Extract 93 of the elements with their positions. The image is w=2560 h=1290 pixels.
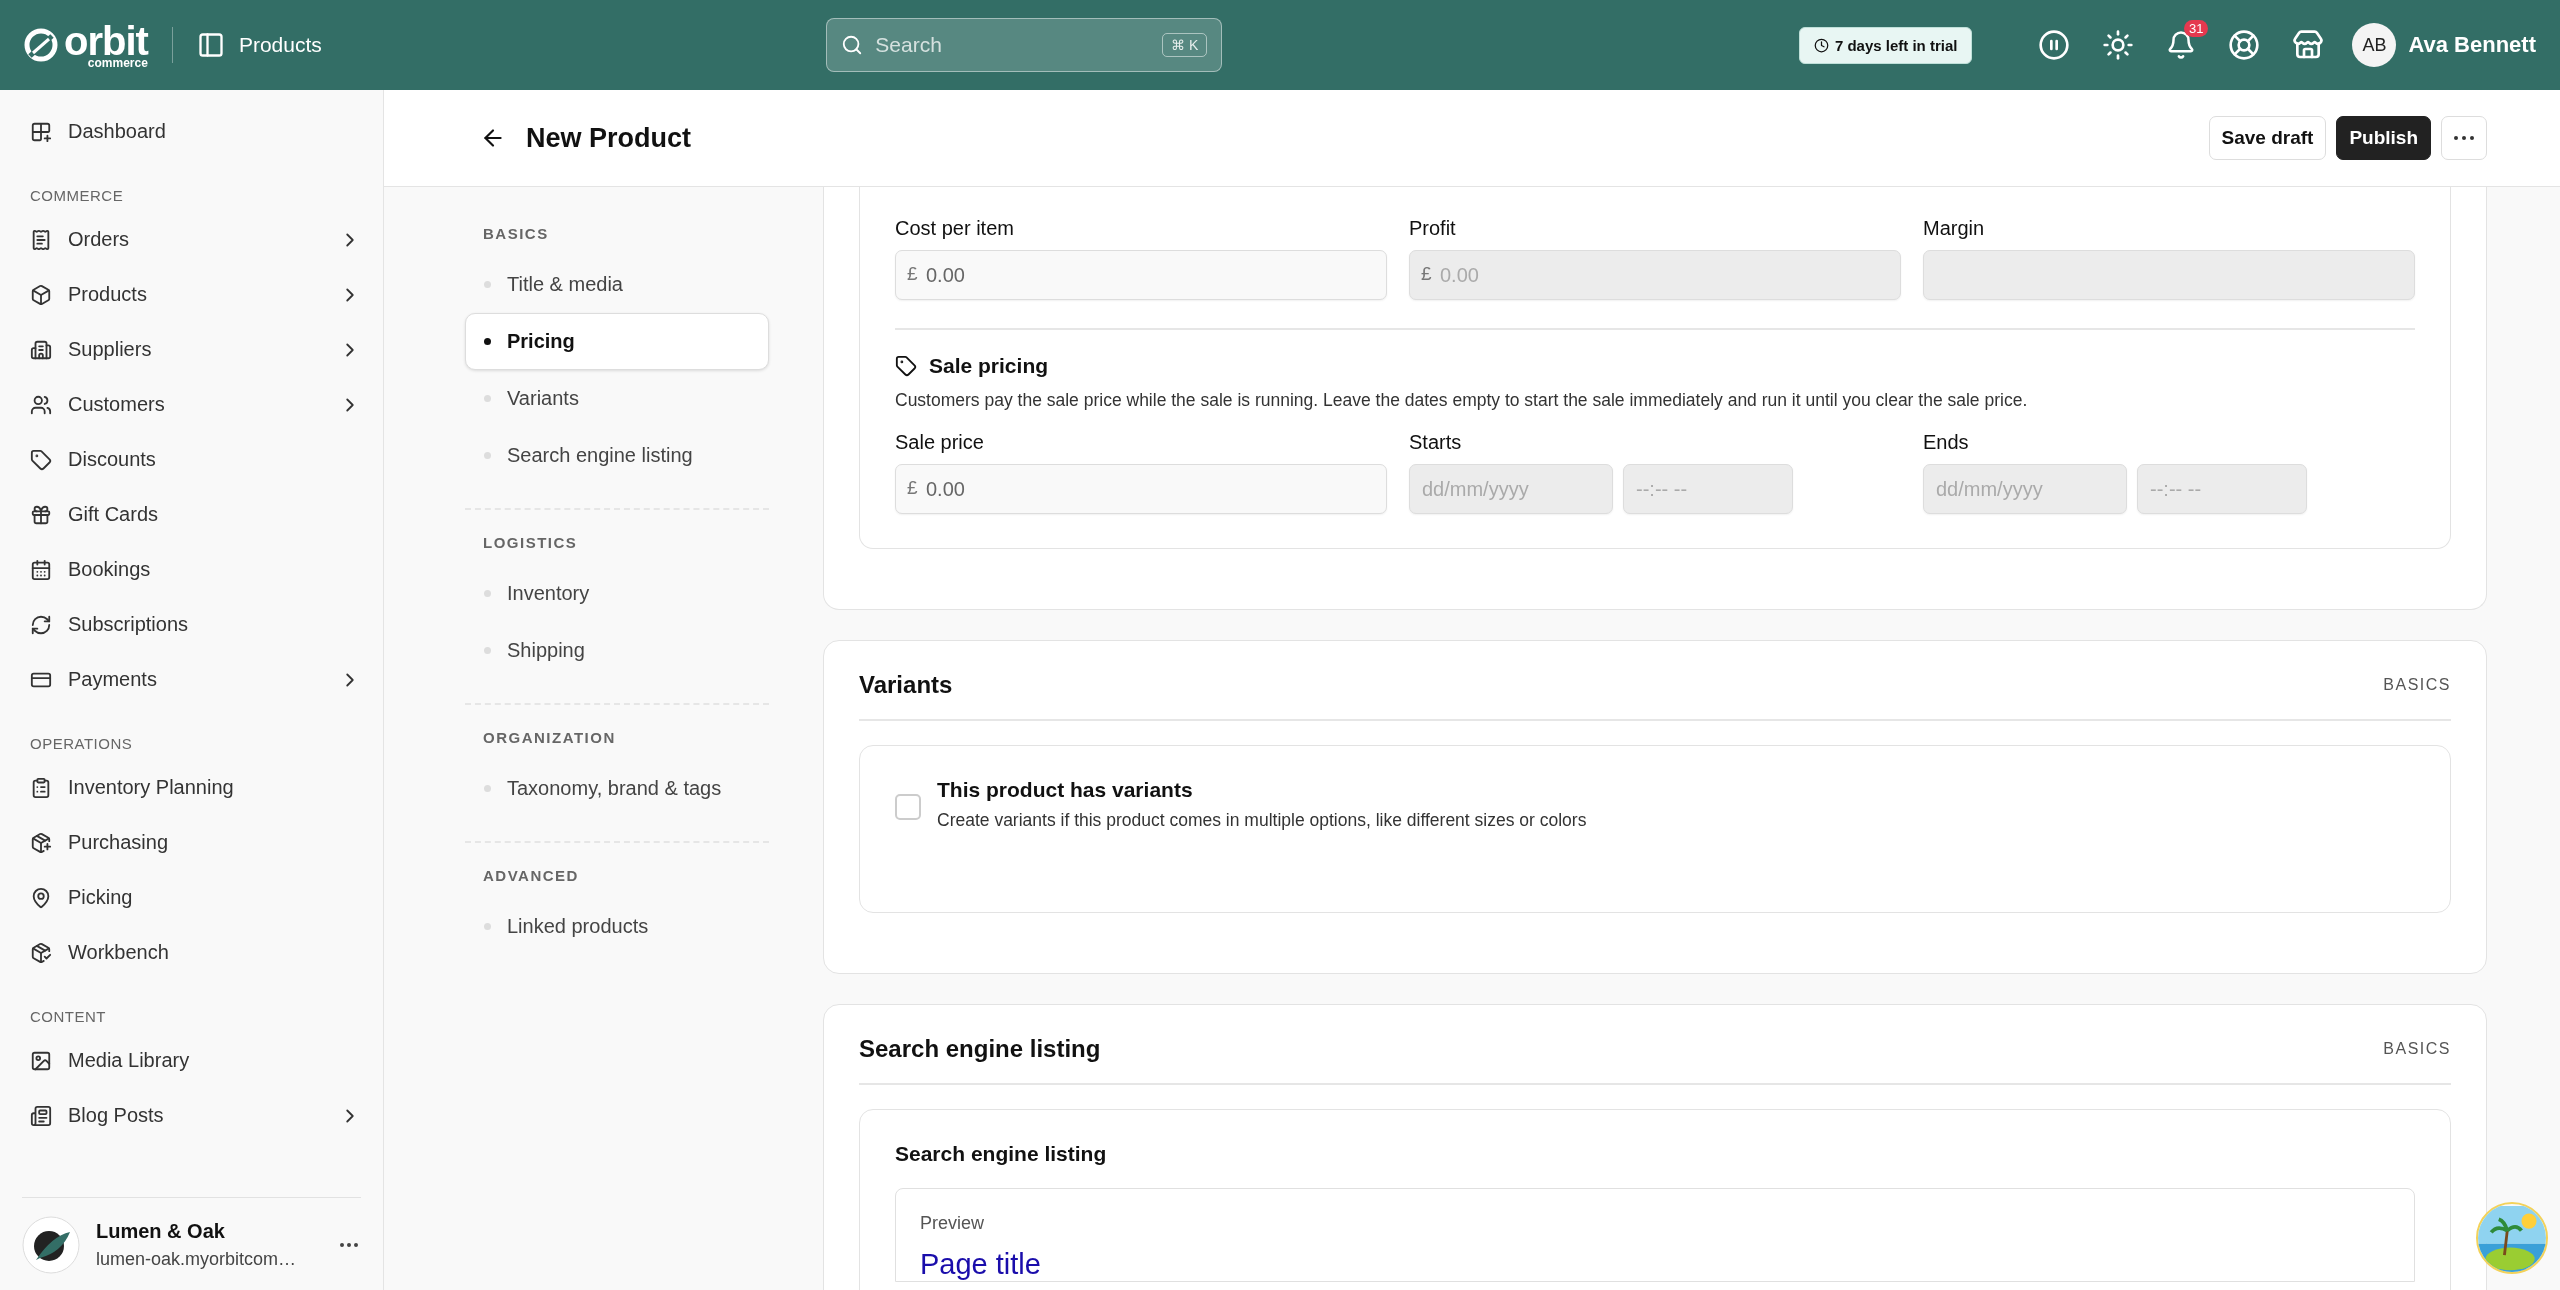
receipt-icon	[30, 228, 52, 251]
sidebar-item[interactable]: Gift Cards	[30, 487, 361, 542]
help-icon[interactable]	[2228, 29, 2261, 61]
search-input[interactable]: Search	[873, 32, 1153, 58]
page-title: New Product	[526, 122, 693, 154]
sidebar-item[interactable]: Inventory Planning	[30, 760, 361, 815]
calendar-icon	[30, 558, 52, 581]
preview-label: Preview	[920, 1213, 986, 1234]
package-plus-icon	[30, 831, 52, 854]
sidebar-item[interactable]: Workbench	[30, 925, 361, 980]
sidebar-item[interactable]: Payments	[30, 652, 361, 707]
section-heading: LOGISTICS	[482, 534, 579, 551]
field-label: Sale price	[895, 431, 985, 454]
image-icon	[30, 1049, 52, 1072]
checkbox-description: Create variants if this product comes in multiple options, like different sizes or colors	[937, 810, 1587, 831]
gift-icon	[30, 503, 52, 526]
sidebar-heading: OPERATIONS	[30, 735, 134, 752]
section-description: Customers pay the sale price while the sale is running. Leave the dates empty to start the sale immediately and run it until you clear the sale price.	[895, 390, 2029, 411]
user-menu[interactable]: AB Ava Bennett	[2352, 23, 2536, 67]
section-link[interactable]: Variants	[465, 370, 769, 427]
clipboard-icon	[30, 776, 52, 799]
store-logo	[22, 1216, 80, 1274]
section-link[interactable]: Shipping	[465, 622, 769, 679]
tag-icon	[895, 355, 917, 377]
sidebar-item[interactable]: Suppliers	[30, 322, 361, 377]
sidebar-heading: COMMERCE	[30, 187, 125, 204]
package-check-icon	[30, 941, 52, 964]
section-link[interactable]: Linked products	[465, 898, 769, 955]
pause-circle-icon[interactable]	[2038, 29, 2071, 61]
palm-tree-icon	[2478, 1204, 2546, 1272]
sidebar-item[interactable]: Discounts	[30, 432, 361, 487]
sidebar-item[interactable]: Subscriptions	[30, 597, 361, 652]
users-icon	[30, 393, 52, 416]
dashboard-icon	[30, 120, 52, 143]
field-label: Profit	[1409, 217, 1457, 240]
avatar: AB	[2352, 23, 2397, 67]
panel-title: Search engine listing	[895, 1142, 1108, 1166]
sidebar-item[interactable]: Orders	[30, 212, 361, 267]
section-link[interactable]: Title & media	[465, 256, 769, 313]
assistant-button[interactable]	[2476, 1202, 2548, 1274]
preview-title: Page title	[920, 1248, 1042, 1281]
box-icon	[30, 283, 52, 306]
field-label: Ends	[1923, 431, 1970, 454]
publish-button[interactable]: Publish	[2336, 116, 2431, 160]
card-tag: BASICS	[2383, 676, 2451, 694]
building-icon	[30, 338, 52, 361]
card-title: Variants	[859, 671, 953, 699]
field-label: Cost per item	[895, 217, 1015, 240]
card-tag: BASICS	[2383, 1040, 2451, 1058]
more-icon	[2454, 136, 2474, 140]
newspaper-icon	[30, 1104, 52, 1127]
logo-icon	[24, 28, 58, 62]
field-label: Margin	[1923, 217, 1986, 240]
sidebar-item[interactable]: Blog Posts	[30, 1088, 361, 1143]
section-heading: ADVANCED	[482, 867, 580, 884]
sidebar-item[interactable]: Purchasing	[30, 815, 361, 870]
field-label: Starts	[1409, 431, 1463, 454]
section-link[interactable]: Search engine listing	[465, 427, 769, 484]
sidebar-item[interactable]: Customers	[30, 377, 361, 432]
shortcut-hint: ⌘ K	[1162, 33, 1208, 57]
section-heading: ORGANIZATION	[482, 729, 617, 746]
tag-icon	[30, 448, 52, 471]
map-pin-icon	[30, 886, 52, 909]
currency-prefix: £	[907, 264, 918, 285]
card-title: Search engine listing	[859, 1035, 1101, 1063]
section-link[interactable]: Inventory	[465, 565, 769, 622]
sidebar-item[interactable]: Picking	[30, 870, 361, 925]
search-field[interactable]: Search ⌘ K	[826, 18, 1223, 72]
refresh-icon	[30, 613, 52, 636]
breadcrumb: Products	[238, 33, 322, 57]
store-icon[interactable]	[2292, 29, 2325, 61]
store-name: Lumen & Oak	[96, 1220, 226, 1243]
clock-icon	[1813, 37, 1829, 53]
checkbox-label: This product has variants	[937, 778, 1194, 802]
section-title: Sale pricing	[929, 354, 1049, 378]
trial-badge[interactable]: 7 days left in trial	[1798, 26, 1973, 64]
sidebar-item[interactable]: Products	[30, 267, 361, 322]
sidebar-heading: CONTENT	[30, 1008, 107, 1025]
sidebar-item[interactable]: Media Library	[30, 1033, 361, 1088]
currency-prefix: £	[907, 478, 918, 499]
section-heading: BASICS	[482, 225, 550, 242]
theme-icon[interactable]	[2102, 29, 2135, 61]
save-button[interactable]: Save draft	[2208, 116, 2327, 160]
search-icon	[841, 34, 864, 56]
sidebar-item[interactable]: Bookings	[30, 542, 361, 597]
currency-prefix: £	[1421, 264, 1432, 285]
sidebar-toggle-icon[interactable]	[196, 31, 225, 59]
store-domain: lumen-oak.myorbitcom…	[96, 1249, 298, 1270]
section-link[interactable]: Pricing	[465, 313, 769, 370]
sidebar-item[interactable]: Dashboard	[30, 104, 361, 159]
notification-count: 31	[2184, 20, 2209, 37]
section-link[interactable]: Taxonomy, brand & tags	[465, 760, 769, 817]
checkbox[interactable]	[895, 794, 921, 820]
